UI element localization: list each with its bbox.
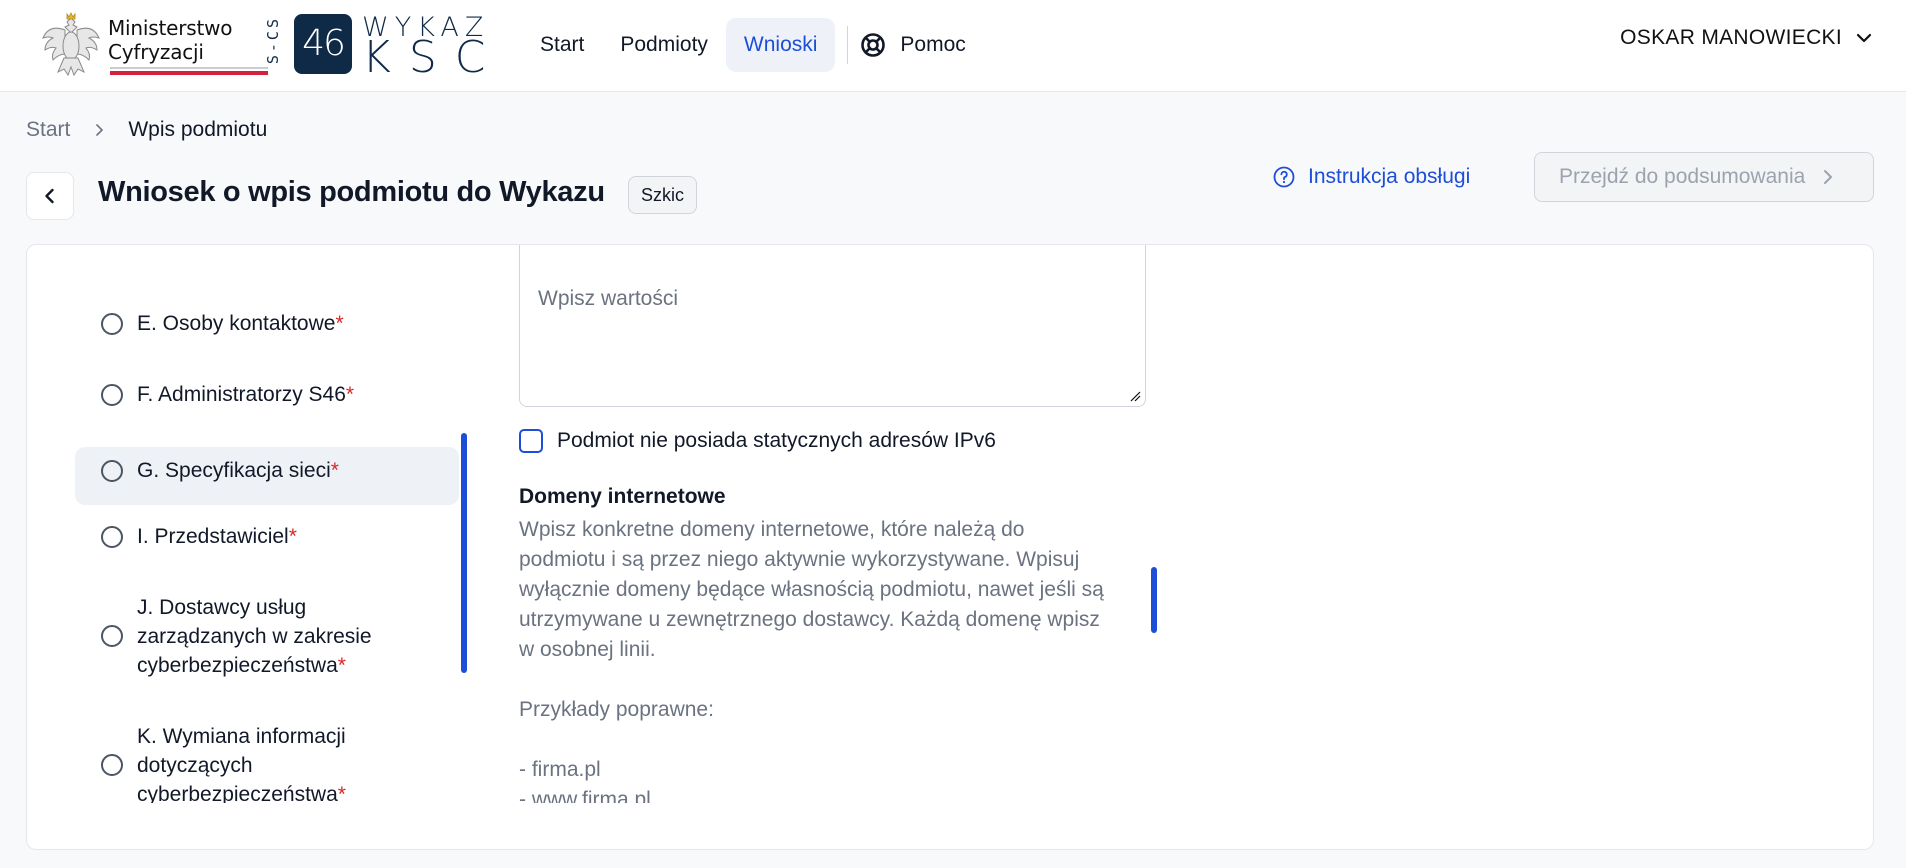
domains-title: Domeny internetowe [519,485,726,508]
question-circle-icon [1273,166,1295,188]
step-label: K. Wymiana informacji dotyczących cyberb… [137,724,346,804]
step-e[interactable]: E. Osoby kontaktowe* [75,309,459,349]
ministry-flag-white [110,67,268,69]
breadcrumb-current: Wpis podmiotu [128,118,268,141]
step-i[interactable]: I. Przedstawiciel* [75,522,459,562]
manual-link-label: Instrukcja obsługi [1308,165,1471,188]
ipv6-textarea[interactable]: Wpisz wartości [519,245,1146,407]
step-label: G. Specyfikacja sieci* [137,459,339,482]
nav-wnioski[interactable]: Wnioski [725,18,836,72]
step-radio [101,313,123,335]
nav-divider [847,26,849,64]
step-g[interactable]: G. Specyfikacja sieci* [75,447,459,505]
nav-help[interactable]: Pomoc [858,18,966,72]
ministry-flag-red [110,70,268,75]
step-j[interactable]: J. Dostawcy usług zarządzanych w zakresi… [75,591,459,681]
ksc-ksc-text: KSC [362,32,504,83]
step-label: J. Dostawcy usług zarządzanych w zakresi… [137,595,372,677]
wykaz-ksc-logo[interactable]: S-CS 46 WYKAZ KSC [264,12,506,83]
step-label: F. Administratorzy S46* [137,383,355,406]
domains-help-text: Wpisz konkretne domeny internetowe, któr… [519,515,1149,803]
ministry-name: Ministerstwo Cyfryzacji [108,16,232,64]
user-name: OSKAR MANOWIECKI [1620,26,1842,49]
summary-button-label: Przejdź do podsumowania [1559,165,1806,188]
form-card: E. Osoby kontaktowe* F. Administratorzy … [26,244,1874,850]
page-title: Wniosek o wpis podmiotu do Wykazu [98,176,605,208]
manual-link[interactable]: Instrukcja obsługi [1272,162,1470,192]
steps-nav: E. Osoby kontaktowe* F. Administratorzy … [75,245,485,803]
chevron-down-icon [1856,33,1872,43]
no-ipv6-checkbox-row[interactable]: Podmiot nie posiada statycznych adresów … [519,429,996,453]
step-radio [101,526,123,548]
ministry-logo[interactable]: Ministerstwo Cyfryzacji [40,12,268,80]
status-badge: Szkic [628,176,698,214]
chevron-left-icon [45,188,54,204]
steps-scrollbar[interactable] [461,433,467,673]
chevron-right-icon [96,124,104,136]
ministry-name-line2: Cyfryzacji [108,40,204,64]
example-item: - www.firma.pl [519,788,651,803]
ministry-name-line1: Ministerstwo [108,16,233,40]
resize-handle-icon[interactable] [1129,390,1141,402]
no-ipv6-label: Podmiot nie posiada statycznych adresów … [557,429,996,452]
step-radio [101,384,123,406]
breadcrumb-start[interactable]: Start [26,118,70,142]
ksc-46-box: 46 [294,14,352,74]
top-header: Ministerstwo Cyfryzacji S-CS 46 WYKAZ KS… [0,0,1906,92]
back-button[interactable] [26,172,74,220]
lifebuoy-icon [861,33,886,57]
summary-button[interactable]: Przejdź do podsumowania [1534,152,1874,202]
breadcrumb: Start Wpis podmiotu [26,118,267,142]
user-menu[interactable]: OSKAR MANOWIECKI [1620,26,1874,50]
textarea-placeholder: Wpisz wartości [538,287,679,310]
no-ipv6-checkbox[interactable] [519,429,543,453]
chevron-right-icon [1824,170,1833,184]
main-nav: Start Podmioty Wnioski Pomoc [522,18,966,72]
ksc-vertical-text: S-CS [264,16,282,65]
step-label: I. Przedstawiciel* [137,525,297,548]
examples-title: Przykłady poprawne: [519,698,714,721]
step-label: E. Osoby kontaktowe* [137,312,344,335]
nav-help-label: Pomoc [900,33,966,56]
nav-podmioty[interactable]: Podmioty [602,18,726,72]
network-spec-form: Wpisz wartości Podmiot nie posiada staty… [519,245,1219,803]
nav-start[interactable]: Start [522,18,602,72]
step-radio [101,754,123,776]
step-k[interactable]: K. Wymiana informacji dotyczących cyberb… [75,720,459,803]
form-scrollbar[interactable] [1151,567,1157,633]
step-f[interactable]: F. Administratorzy S46* [75,380,459,420]
eagle-emblem-icon [42,12,100,77]
example-item: - firma.pl [519,758,601,781]
step-radio [101,460,123,482]
step-radio [101,625,123,647]
